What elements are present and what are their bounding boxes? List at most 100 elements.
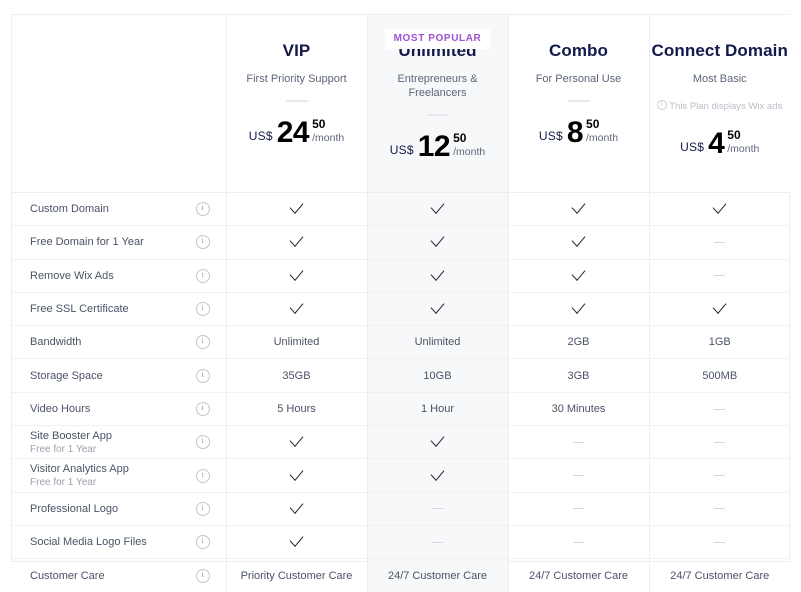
feature-value-cell: Priority Customer Care <box>226 559 367 592</box>
check-icon <box>290 231 304 247</box>
feature-cell: Free Domain for 1 Year <box>12 226 226 259</box>
info-icon[interactable] <box>196 235 210 249</box>
feature-cell: Visitor Analytics AppFree for 1 Year <box>12 459 226 492</box>
price-suffix: 50/month <box>727 129 759 155</box>
feature-inner: Storage Space <box>30 369 210 383</box>
feature-value-cell <box>226 259 367 292</box>
plan-divider <box>286 100 308 102</box>
dash-icon <box>714 442 725 443</box>
plan-description: Most Basic <box>650 72 791 86</box>
feature-value-cell <box>226 292 367 325</box>
feature-value-cell <box>508 459 649 492</box>
check-icon <box>290 298 304 314</box>
plan-header-combo[interactable]: ComboFor Personal UseUS$850/month <box>508 15 649 193</box>
price-suffix: 50/month <box>312 118 344 144</box>
feature-cell: Social Media Logo Files <box>12 525 226 558</box>
feature-value-cell <box>508 292 649 325</box>
feature-sublabel: Free for 1 Year <box>30 443 112 456</box>
feature-value-cell: 5 Hours <box>226 392 367 425</box>
feature-text: Visitor Analytics AppFree for 1 Year <box>30 462 129 489</box>
feature-value-cell <box>508 259 649 292</box>
table-row: BandwidthUnlimitedUnlimited2GB1GB <box>12 326 790 359</box>
table-row: Free Domain for 1 Year <box>12 226 790 259</box>
feature-value-cell <box>226 492 367 525</box>
check-icon <box>290 531 304 547</box>
feature-value-cell <box>649 392 790 425</box>
info-icon <box>657 100 667 110</box>
plan-divider <box>568 100 590 102</box>
table-row: Professional Logo <box>12 492 790 525</box>
feature-inner: Custom Domain <box>30 202 210 216</box>
feature-label: Video Hours <box>30 403 90 415</box>
check-icon <box>431 298 445 314</box>
feature-value-cell: 35GB <box>226 359 367 392</box>
pricing-table-body: Custom Domain Free Domain for 1 Year Remov… <box>12 193 790 592</box>
info-icon[interactable] <box>196 435 210 449</box>
feature-inner: Social Media Logo Files <box>30 535 210 549</box>
feature-value-cell <box>367 426 508 459</box>
plan-header-connect-domain[interactable]: Connect DomainMost BasicThis Plan displa… <box>649 15 790 193</box>
price-period: /month <box>312 132 344 144</box>
feature-text: Bandwidth <box>30 335 81 349</box>
info-icon[interactable] <box>196 569 210 583</box>
feature-value-cell <box>367 226 508 259</box>
plan-price: US$1250/month <box>368 130 508 162</box>
feature-text: Video Hours <box>30 402 90 416</box>
feature-inner: Site Booster AppFree for 1 Year <box>30 429 210 456</box>
feature-value-cell <box>226 193 367 226</box>
feature-label: Remove Wix Ads <box>30 270 114 282</box>
price-period: /month <box>453 146 485 158</box>
info-icon[interactable] <box>196 269 210 283</box>
info-icon[interactable] <box>196 502 210 516</box>
price-suffix: 50/month <box>453 132 485 158</box>
check-icon <box>431 465 445 481</box>
feature-label: Storage Space <box>30 370 103 382</box>
info-icon[interactable] <box>196 202 210 216</box>
info-icon[interactable] <box>196 535 210 549</box>
table-row: Remove Wix Ads <box>12 259 790 292</box>
feature-value-cell: 24/7 Customer Care <box>649 559 790 592</box>
feature-inner: Remove Wix Ads <box>30 269 210 283</box>
plan-header-vip[interactable]: VIPFirst Priority SupportUS$2450/month <box>226 15 367 193</box>
plan-description: First Priority Support <box>227 72 367 86</box>
price-currency: US$ <box>390 144 414 156</box>
dash-icon <box>432 508 443 509</box>
feature-value-cell: 500MB <box>649 359 790 392</box>
plan-name: VIP <box>227 41 367 61</box>
feature-value-cell: 2GB <box>508 326 649 359</box>
feature-value-cell <box>367 459 508 492</box>
feature-value-cell: 1GB <box>649 326 790 359</box>
feature-value-cell <box>226 426 367 459</box>
feature-cell: Storage Space <box>12 359 226 392</box>
check-icon <box>431 431 445 447</box>
info-icon[interactable] <box>196 302 210 316</box>
price-suffix: 50/month <box>586 118 618 144</box>
feature-label: Free SSL Certificate <box>30 303 129 315</box>
plan-description: Entrepreneurs & Freelancers <box>368 72 508 100</box>
dash-icon <box>573 475 584 476</box>
dash-icon <box>714 542 725 543</box>
dash-icon <box>432 542 443 543</box>
info-icon[interactable] <box>196 369 210 383</box>
feature-text: Storage Space <box>30 369 103 383</box>
plan-header-inner: VIPFirst Priority SupportUS$2450/month <box>227 41 367 192</box>
feature-value-text: 24/7 Customer Care <box>670 570 769 582</box>
info-icon[interactable] <box>196 469 210 483</box>
info-icon[interactable] <box>196 402 210 416</box>
info-icon[interactable] <box>196 335 210 349</box>
check-icon <box>290 198 304 214</box>
feature-value-cell <box>367 525 508 558</box>
feature-value-cell <box>226 226 367 259</box>
feature-value-text: 35GB <box>282 370 310 382</box>
feature-label: Free Domain for 1 Year <box>30 236 144 248</box>
plan-price: US$450/month <box>650 127 791 159</box>
dash-icon <box>714 508 725 509</box>
feature-value-cell: 24/7 Customer Care <box>367 559 508 592</box>
feature-text: Customer Care <box>30 569 105 583</box>
feature-inner: Free Domain for 1 Year <box>30 235 210 249</box>
price-cents: 50 <box>727 129 759 141</box>
feature-value-cell <box>649 292 790 325</box>
feature-label: Customer Care <box>30 570 105 582</box>
plan-header-unlimited[interactable]: MOST POPULARUnlimitedEntrepreneurs & Fre… <box>367 15 508 193</box>
plan-divider <box>427 114 449 116</box>
